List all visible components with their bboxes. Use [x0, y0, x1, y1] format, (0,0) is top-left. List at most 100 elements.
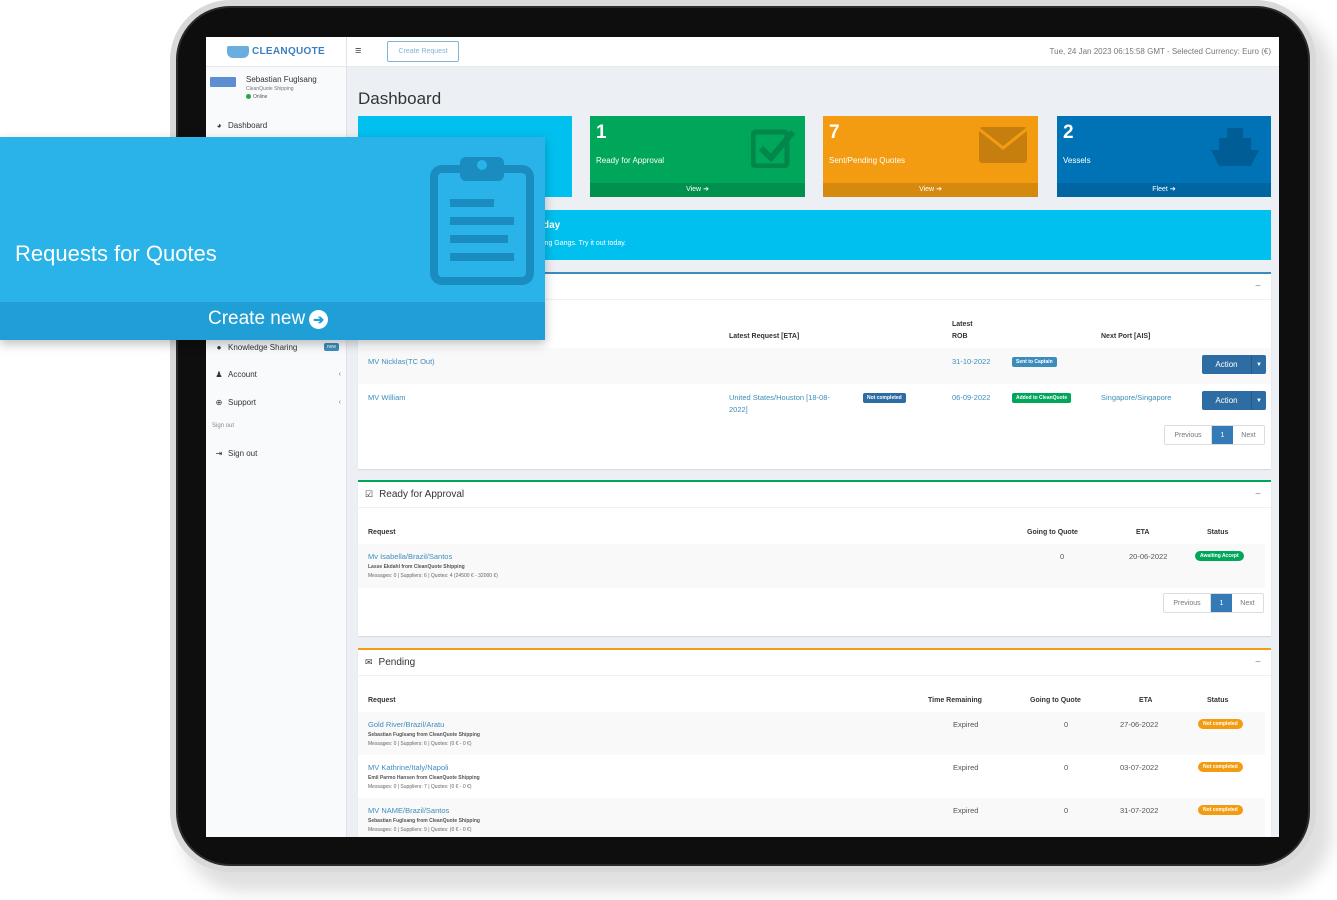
- pending-panel-header: ✉ Pending −: [358, 650, 1271, 676]
- col-latest-request: Latest Request [ETA]: [729, 333, 800, 340]
- check-square-icon: ☑: [365, 489, 374, 499]
- time-remaining-value: Expired: [953, 763, 979, 772]
- col-latest-rob-1: Latest: [952, 321, 973, 328]
- pagination-page-1[interactable]: 1: [1211, 594, 1232, 612]
- approval-box: 1 Ready for Approval View ➔: [590, 116, 805, 197]
- quotes-view-link[interactable]: View ➔: [823, 183, 1038, 197]
- request-link[interactable]: MV Kathrine/Italy/Napoli: [368, 763, 448, 772]
- next-port-link[interactable]: Singapore/Singapore: [1101, 393, 1171, 402]
- latest-request-link-cont[interactable]: 2022]: [729, 405, 748, 414]
- action-button[interactable]: Action: [1202, 355, 1252, 374]
- pagination-next[interactable]: Next: [1233, 426, 1264, 444]
- rfq-card-footer[interactable]: Create new ➔: [0, 302, 545, 340]
- quotes-box: 7 Sent/Pending Quotes View ➔: [823, 116, 1038, 197]
- callout-text: ing Gangs. Try it out today.: [543, 240, 627, 247]
- request-meta: Messages: 0 | Suppliers: 7 | Quotes: (0 …: [368, 784, 472, 790]
- rob-date[interactable]: 31-10-2022: [952, 357, 990, 366]
- table-row: [358, 712, 1265, 755]
- pagination-page-1[interactable]: 1: [1212, 426, 1233, 444]
- col-going-to-quote: Going to Quote: [1030, 697, 1081, 704]
- quotes-view-text: View: [919, 186, 935, 193]
- sidebar-item-label: Sign out: [228, 448, 258, 458]
- approval-count: 1: [596, 122, 607, 143]
- checkbox-icon: [751, 129, 795, 168]
- collapse-icon[interactable]: −: [1255, 489, 1261, 500]
- sidebar-item-account[interactable]: ♟ Account ‹: [206, 365, 347, 383]
- pagination-previous[interactable]: Previous: [1165, 426, 1212, 444]
- time-remaining-value: Expired: [953, 720, 979, 729]
- request-link[interactable]: Mv Isabella/Brazil/Santos: [368, 552, 452, 561]
- sign-out-icon: ⇥: [215, 448, 223, 458]
- comment-icon: ●: [216, 342, 222, 352]
- col-status: Status: [1207, 529, 1229, 536]
- request-author: Sebastian Fuglsang from CleanQuote Shipp…: [368, 732, 480, 738]
- create-request-button[interactable]: Create Request: [387, 41, 459, 62]
- col-time-remaining: Time Remaining: [928, 697, 982, 704]
- sidebar-item-knowledge-sharing[interactable]: ● Knowledge Sharing new: [206, 338, 347, 356]
- hamburger-menu-icon[interactable]: ≡: [355, 45, 361, 57]
- sidebar-item-sign-out[interactable]: ⇥ Sign out: [206, 444, 347, 462]
- clipboard-icon: [430, 157, 534, 285]
- sidebar-item-support[interactable]: ⊕ Support ‹: [206, 393, 347, 411]
- approval-label: Ready for Approval: [596, 156, 665, 165]
- arrow-circle-right-icon: ➔: [936, 186, 942, 193]
- pagination-previous[interactable]: Previous: [1164, 594, 1211, 612]
- top-navbar: ≡ Create Request Tue, 24 Jan 2023 06:15:…: [347, 37, 1279, 67]
- vessels-fleet-text: Fleet: [1152, 186, 1168, 193]
- new-badge: new: [323, 343, 339, 351]
- callout-title: day: [543, 220, 561, 231]
- sidebar-item-dashboard[interactable]: ◕ Dashboard: [206, 116, 347, 134]
- pagination-next[interactable]: Next: [1232, 594, 1263, 612]
- sidebar-header-signout: Sign out: [212, 423, 235, 429]
- envelope-icon: ✉: [365, 657, 373, 667]
- eta-value: 20-06-2022: [1129, 552, 1168, 561]
- pagination: Previous 1 Next: [1163, 593, 1264, 613]
- vessels-label: Vessels: [1063, 156, 1091, 165]
- going-to-quote-value: 0: [1060, 552, 1065, 561]
- status-badge: Not completed: [1198, 762, 1243, 772]
- going-to-quote-value: 0: [1064, 806, 1069, 815]
- ship-logo-icon: [227, 45, 249, 58]
- vessel-link[interactable]: MV Nicklas(TC Out): [368, 357, 435, 366]
- request-meta: Messages: 0 | Suppliers: 9 | Quotes: (0 …: [368, 827, 472, 833]
- request-author: Sebastian Fuglsang from CleanQuote Shipp…: [368, 818, 480, 824]
- caret-down-icon[interactable]: ▼: [1252, 391, 1266, 410]
- company-logo-icon: [210, 77, 236, 87]
- create-new-link[interactable]: Create new ➔: [208, 308, 329, 330]
- request-link[interactable]: Gold River/Brazil/Aratu: [368, 720, 444, 729]
- action-dropdown[interactable]: Action ▼: [1202, 391, 1266, 410]
- eta-value: 31-07-2022: [1120, 806, 1159, 815]
- envelope-icon: [978, 127, 1028, 163]
- page-title: Dashboard: [358, 89, 442, 108]
- latest-request-link[interactable]: United States/Houston [18-08-: [729, 393, 830, 402]
- rob-date[interactable]: 06-09-2022: [952, 393, 990, 402]
- arrow-circle-right-icon: ➔: [1169, 186, 1176, 193]
- approval-view-text: View: [686, 186, 702, 193]
- action-button[interactable]: Action: [1202, 391, 1252, 410]
- col-request: Request: [368, 697, 396, 704]
- sidebar-item-label: Dashboard: [228, 120, 268, 130]
- vessel-link[interactable]: MV William: [368, 393, 406, 402]
- approval-panel-header: ☑ Ready for Approval −: [358, 482, 1271, 508]
- caret-down-icon[interactable]: ▼: [1252, 355, 1266, 374]
- logo[interactable]: CLEANQUOTE: [206, 37, 346, 67]
- table-row: [358, 798, 1265, 837]
- request-status-badge: Not completed: [863, 393, 906, 403]
- action-dropdown[interactable]: Action ▼: [1202, 355, 1266, 374]
- collapse-icon[interactable]: −: [1255, 657, 1261, 668]
- rob-status-badge: Sent to Captain: [1012, 357, 1057, 367]
- create-new-text: Create new: [208, 308, 306, 329]
- vessels-fleet-link[interactable]: Fleet ➔: [1057, 183, 1271, 197]
- time-remaining-value: Expired: [953, 806, 979, 815]
- table-row: [358, 544, 1265, 588]
- rfq-card-title: Requests for Quotes: [15, 241, 217, 266]
- col-request: Request: [368, 529, 396, 536]
- request-link[interactable]: MV NAME/Brazil/Santos: [368, 806, 449, 815]
- chevron-left-icon: ‹: [338, 398, 341, 406]
- user-status-text: Online: [253, 94, 268, 100]
- date-currency-status: Tue, 24 Jan 2023 06:15:58 GMT - Selected…: [1049, 47, 1271, 56]
- online-dot-icon: [246, 94, 251, 100]
- approval-view-link[interactable]: View ➔: [590, 183, 805, 197]
- request-author: Lasse Ekdahl from CleanQuote Shipping: [368, 564, 465, 570]
- collapse-icon[interactable]: −: [1255, 281, 1261, 292]
